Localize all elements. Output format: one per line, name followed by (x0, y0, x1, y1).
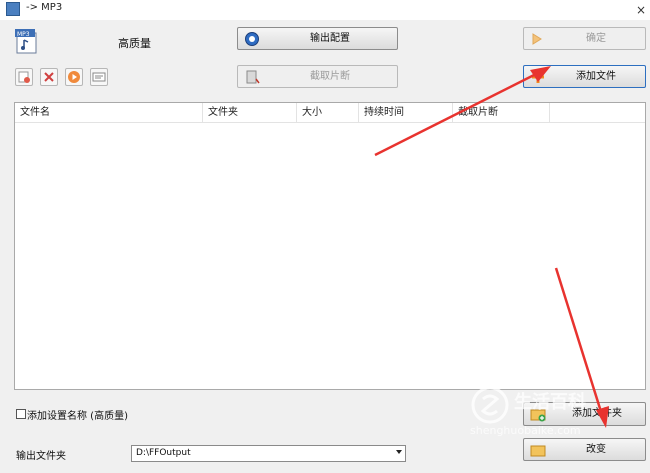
add-file-button[interactable]: 添加文件 (523, 65, 646, 88)
media-info-icon[interactable] (90, 68, 108, 86)
output-config-button[interactable]: 输出配置 (237, 27, 398, 50)
file-list[interactable]: 文件名 文件夹 大小 持续时间 截取片断 (14, 102, 646, 390)
column-header-filename[interactable]: 文件名 (15, 103, 203, 123)
close-button[interactable]: × (632, 0, 650, 20)
add-file-label: 添加文件 (576, 71, 616, 82)
folder-add-icon (530, 409, 546, 422)
column-header-size[interactable]: 大小 (297, 103, 359, 123)
column-header-duration[interactable]: 持续时间 (359, 103, 453, 123)
window-title: -> MP3 (26, 2, 63, 13)
gear-icon (245, 32, 259, 46)
mp3-file-icon: MP3 (15, 29, 37, 54)
column-header-clip[interactable]: 截取片断 (453, 103, 550, 123)
column-header-filler (550, 103, 645, 123)
folder-icon (530, 445, 546, 457)
title-bar (0, 0, 650, 20)
film-clip-icon (246, 70, 260, 84)
remove-item-icon[interactable] (15, 68, 33, 86)
clip-label: 截取片断 (310, 71, 350, 82)
chevron-down-icon (396, 450, 402, 454)
output-config-label: 输出配置 (310, 33, 350, 44)
plus-icon (532, 71, 544, 83)
arrow-right-icon (532, 33, 542, 45)
output-folder-value: D:\FFOutput (136, 448, 191, 458)
quality-label: 高质量 (118, 37, 151, 50)
change-button[interactable]: 改变 (523, 438, 646, 461)
svg-text:MP3: MP3 (17, 31, 30, 38)
change-label: 改变 (586, 444, 606, 455)
output-folder-label: 输出文件夹 (16, 451, 66, 462)
add-setting-name-label: 添加设置名称 (高质量) (27, 411, 128, 422)
play-icon[interactable] (65, 68, 83, 86)
output-folder-select[interactable]: D:\FFOutput (131, 445, 406, 462)
add-folder-button[interactable]: 添加文件夹 (523, 402, 646, 426)
add-folder-label: 添加文件夹 (572, 408, 622, 419)
column-header-folder[interactable]: 文件夹 (203, 103, 297, 123)
confirm-label: 确定 (586, 33, 606, 44)
add-setting-name-checkbox[interactable] (16, 409, 26, 419)
clip-button[interactable]: 截取片断 (237, 65, 398, 88)
app-icon (6, 2, 20, 16)
clear-list-icon[interactable] (40, 68, 58, 86)
watermark-logo (471, 386, 509, 424)
confirm-button[interactable]: 确定 (523, 27, 646, 50)
